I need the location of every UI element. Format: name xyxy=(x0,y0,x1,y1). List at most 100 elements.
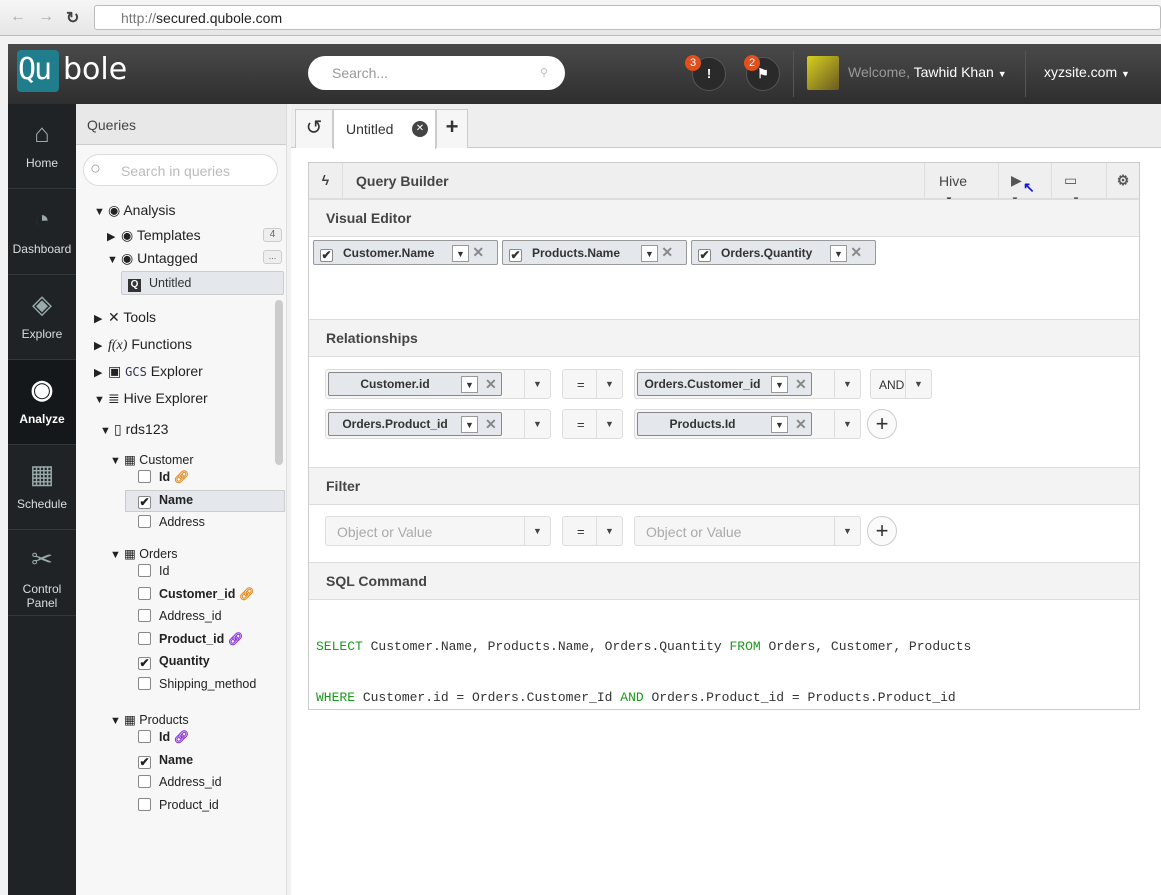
column-checkbox[interactable] xyxy=(138,797,151,811)
remove-icon[interactable]: ✕ xyxy=(850,244,862,260)
add-filter-button[interactable]: + xyxy=(867,516,897,546)
column-checkbox[interactable] xyxy=(138,775,151,788)
relationship-operator-select[interactable]: = ▼ xyxy=(562,369,623,399)
column-item[interactable]: Product_id xyxy=(138,797,219,812)
relationship-operator-select[interactable]: = ▼ xyxy=(562,409,623,439)
chip-dropdown[interactable]: ▼ xyxy=(830,245,847,263)
column-checkbox[interactable]: ✔ xyxy=(138,657,151,670)
column-item[interactable]: ✔ Quantity xyxy=(138,654,210,670)
column-item[interactable]: Id 🔗︎ xyxy=(138,730,189,745)
filter-right-select[interactable]: Object or Value ▼ xyxy=(634,516,861,546)
column-checkbox[interactable] xyxy=(138,515,151,528)
user-menu[interactable]: Welcome, Tawhid Khan ▼ xyxy=(848,64,1007,80)
column-checkbox[interactable] xyxy=(138,470,151,483)
relationship-right-select[interactable]: Products.Id ▼ ✕ ▼ xyxy=(634,409,861,439)
remove-icon[interactable]: ✕ xyxy=(795,376,807,393)
nav-schedule[interactable]: ▦ Schedule xyxy=(8,445,76,530)
token-dropdown[interactable]: ▼ xyxy=(771,376,788,393)
column-checkbox[interactable]: ✔ xyxy=(138,755,151,769)
column-checkbox[interactable] xyxy=(138,676,151,690)
remove-icon[interactable]: ✕ xyxy=(485,416,497,433)
column-item[interactable]: Customer_id 🔗︎ xyxy=(138,586,255,602)
new-tab-button[interactable]: + xyxy=(436,109,468,148)
column-item[interactable]: Address_id xyxy=(138,775,222,789)
selected-column-chip[interactable]: ✔ Customer.Name ▼ ✕ xyxy=(313,240,498,265)
add-relationship-button[interactable]: + xyxy=(867,409,897,439)
column-checkbox[interactable] xyxy=(138,609,151,622)
query-search-input[interactable]: Search in queries xyxy=(83,154,278,186)
tree-tools[interactable]: ▶ ✕ Tools xyxy=(94,309,156,326)
history-tab[interactable]: ↺ xyxy=(295,109,333,148)
column-checkbox[interactable] xyxy=(138,564,151,577)
site-name: xyzsite.com xyxy=(1044,64,1118,80)
tree-table-products[interactable]: ▼ ▦ Products xyxy=(110,712,189,727)
tree-untagged[interactable]: ▼ ◉ Untagged xyxy=(107,250,198,267)
column-checkbox[interactable] xyxy=(138,730,151,743)
engine-select[interactable]: Hive ▼ xyxy=(924,163,998,204)
nav-control-panel[interactable]: ✂ Control Panel xyxy=(8,530,76,616)
sql-editor[interactable]: SELECT Customer.Name, Products.Name, Ord… xyxy=(316,604,971,740)
nav-analyze[interactable]: ◉ Analyze xyxy=(8,360,76,445)
avatar[interactable] xyxy=(807,56,839,90)
play-icon: ▶ xyxy=(1011,172,1022,188)
untagged-more[interactable]: ... xyxy=(263,250,282,264)
close-tab-icon[interactable]: ✕ xyxy=(412,121,428,137)
relationship-right-select[interactable]: Orders.Customer_id ▼ ✕ ▼ xyxy=(634,369,861,399)
column-item[interactable]: Id xyxy=(138,564,169,578)
column-item[interactable]: Product_id 🔗︎ xyxy=(138,631,244,647)
tree-hive-explorer[interactable]: ▼ ≣ Hive Explorer xyxy=(94,390,208,407)
reload-icon[interactable]: ↻ xyxy=(66,8,79,28)
token-dropdown[interactable]: ▼ xyxy=(461,376,478,393)
remove-icon[interactable]: ✕ xyxy=(661,244,673,260)
tree-label: rds123 xyxy=(125,421,169,437)
token-dropdown[interactable]: ▼ xyxy=(461,416,478,433)
column-checkbox[interactable]: ✔ xyxy=(138,495,151,509)
site-menu[interactable]: xyzsite.com ▼ xyxy=(1044,64,1130,80)
nav-dashboard[interactable]: ◔ Dashboard xyxy=(8,190,76,275)
column-item[interactable]: Id 🔗︎ xyxy=(138,470,189,485)
caret-down-icon: ▼ xyxy=(1121,69,1130,79)
chip-dropdown[interactable]: ▼ xyxy=(452,245,469,263)
column-checkbox[interactable] xyxy=(138,631,151,645)
sidebar-scrollbar[interactable] xyxy=(275,300,283,465)
address-bar[interactable]: http://secured.qubole.com xyxy=(94,5,1161,30)
column-checkbox[interactable] xyxy=(138,586,151,600)
run-button[interactable]: ▶ ▼ xyxy=(998,163,1045,204)
column-item[interactable]: Address xyxy=(138,515,205,529)
selected-column-chip[interactable]: ✔ Orders.Quantity ▼ ✕ xyxy=(691,240,876,265)
logo[interactable]: Qu xyxy=(17,50,59,92)
filter-left-select[interactable]: Object or Value ▼ xyxy=(325,516,551,546)
settings-icon[interactable]: ⚙ xyxy=(1106,163,1139,198)
nav-explore[interactable]: ◈ Explore xyxy=(8,275,76,360)
remove-icon[interactable]: ✕ xyxy=(795,416,807,433)
column-item[interactable]: ✔ Name xyxy=(138,753,193,769)
tree-functions[interactable]: ▶ f(x) Functions xyxy=(94,336,192,354)
remove-icon[interactable]: ✕ xyxy=(472,244,484,260)
filter-operator-select[interactable]: = ▼ xyxy=(562,516,623,546)
tree-table-orders[interactable]: ▼ ▦ Orders xyxy=(110,546,178,561)
back-icon[interactable]: ← xyxy=(10,8,26,26)
forward-icon[interactable]: → xyxy=(38,8,54,26)
relationship-left-select[interactable]: Orders.Product_id ▼ ✕ ▼ xyxy=(325,409,551,439)
plus-icon: + xyxy=(875,411,889,436)
selected-column-chip[interactable]: ✔ Products.Name ▼ ✕ xyxy=(502,240,687,265)
tree-db-rds123[interactable]: ▼ ▯ rds123 xyxy=(100,421,168,438)
column-item[interactable]: ✔ Name xyxy=(125,489,285,512)
relationship-left-select[interactable]: Customer.id ▼ ✕ ▼ xyxy=(325,369,551,399)
save-button[interactable]: ▭ ▼ xyxy=(1051,163,1101,204)
tree-gcs-explorer[interactable]: ▶ ▣ GCS Explorer xyxy=(94,363,203,380)
tab-untitled[interactable]: Untitled ✕ xyxy=(333,109,436,149)
tree-templates[interactable]: ▶ ◉ Templates xyxy=(107,227,201,244)
remove-icon[interactable]: ✕ xyxy=(485,376,497,393)
column-item[interactable]: Shipping_method xyxy=(138,676,256,691)
column-item[interactable]: Address_id xyxy=(138,609,222,623)
tree-table-customer[interactable]: ▼ ▦ Customer xyxy=(110,452,193,467)
chip-dropdown[interactable]: ▼ xyxy=(641,245,658,263)
query-untitled[interactable]: Q Untitled xyxy=(121,271,284,295)
conjunction-select[interactable]: AND ▼ xyxy=(870,369,932,399)
nav-home[interactable]: ⌂ Home xyxy=(8,104,76,189)
token-dropdown[interactable]: ▼ xyxy=(771,416,788,433)
tree-analysis[interactable]: ▼ ◉ Analysis xyxy=(94,202,175,219)
lightning-icon[interactable]: ϟ xyxy=(309,163,343,198)
global-search-input[interactable]: Search... xyxy=(308,56,565,90)
